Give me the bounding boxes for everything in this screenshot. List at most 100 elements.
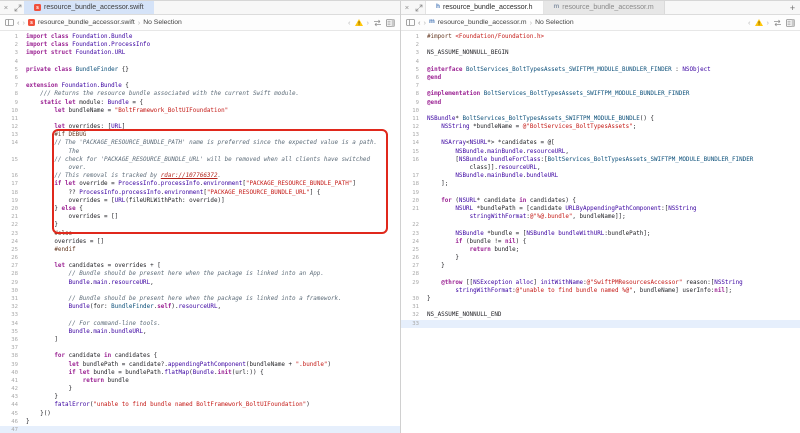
code-line[interactable]: 15 NSBundle.mainBundle.resourceURL, bbox=[401, 148, 800, 156]
code-line[interactable]: 32 Bundle(for: BundleFinder.self).resour… bbox=[0, 303, 400, 311]
code-line[interactable]: 28 bbox=[401, 270, 800, 278]
code-line[interactable]: 21 overrides = [] bbox=[0, 213, 400, 221]
code-line[interactable]: 43 } bbox=[0, 393, 400, 401]
code-line[interactable]: 33 bbox=[0, 311, 400, 319]
code-line[interactable]: 16 [NSBundle bundleForClass:[BoltService… bbox=[401, 156, 800, 164]
tab-resource-bundle-accessor-h[interactable]: h resource_bundle_accessor.h bbox=[425, 1, 544, 14]
code-line[interactable]: 45 }() bbox=[0, 410, 400, 418]
code-line[interactable]: 33 bbox=[401, 320, 800, 328]
code-line[interactable]: 5private class BundleFinder {} bbox=[0, 66, 400, 74]
right-code-editor[interactable]: 1#import <Foundation/Foundation.h>23NS_A… bbox=[401, 31, 800, 433]
code-line[interactable]: 22 } bbox=[0, 221, 400, 229]
code-line[interactable]: 25 #endif bbox=[0, 246, 400, 254]
code-line[interactable]: The bbox=[0, 148, 400, 156]
close-split-icon[interactable]: × bbox=[401, 1, 413, 14]
code-line[interactable]: 7 bbox=[401, 82, 800, 90]
code-line[interactable]: 30} bbox=[401, 295, 800, 303]
code-line[interactable]: 8 /// Returns the resource bundle associ… bbox=[0, 90, 400, 98]
code-line[interactable]: 22 bbox=[401, 221, 800, 229]
code-line[interactable]: 44 fatalError("unable to find bundle nam… bbox=[0, 401, 400, 409]
enlarge-split-icon[interactable] bbox=[413, 1, 425, 14]
code-line[interactable]: 12 let overrides: [URL] bbox=[0, 123, 400, 131]
warning-icon[interactable] bbox=[755, 19, 763, 26]
code-line[interactable]: 10 bbox=[401, 107, 800, 115]
code-line[interactable]: stringWithFormat:@"unable to find bundle… bbox=[401, 287, 800, 295]
code-line[interactable]: 46} bbox=[0, 418, 400, 426]
code-line[interactable]: 29 @throw [[NSException alloc] initWithN… bbox=[401, 279, 800, 287]
code-line[interactable]: 16 // This removal is tracked by rdar://… bbox=[0, 172, 400, 180]
code-line[interactable]: 40 if let bundle = bundlePath.flatMap(Bu… bbox=[0, 369, 400, 377]
code-line[interactable]: 1#import <Foundation/Foundation.h> bbox=[401, 33, 800, 41]
code-line[interactable]: 18 ]; bbox=[401, 180, 800, 188]
code-line[interactable]: 20 } else { bbox=[0, 205, 400, 213]
code-line[interactable]: 3import struct Foundation.URL bbox=[0, 49, 400, 57]
breadcrumb-file-name[interactable]: resource_bundle_accessor.swift bbox=[38, 19, 135, 26]
code-line[interactable]: 17 NSBundle.mainBundle.bundleURL bbox=[401, 172, 800, 180]
next-issue-chevron[interactable]: › bbox=[367, 19, 370, 27]
code-line[interactable]: 19 bbox=[401, 189, 800, 197]
code-line[interactable]: 2 bbox=[401, 41, 800, 49]
add-tab-icon[interactable]: + bbox=[785, 1, 800, 14]
code-line[interactable]: 31 bbox=[401, 303, 800, 311]
code-line[interactable]: 24 overrides = [] bbox=[0, 238, 400, 246]
code-line[interactable]: 19 overrides = [URL(fileURLWithPath: ove… bbox=[0, 197, 400, 205]
code-line[interactable]: 31 // Bundle should be present here when… bbox=[0, 295, 400, 303]
enlarge-split-icon[interactable] bbox=[12, 1, 24, 14]
code-line[interactable]: 27 let candidates = overrides + [ bbox=[0, 262, 400, 270]
code-line[interactable]: 4 bbox=[0, 58, 400, 66]
tab-resource-bundle-accessor-m[interactable]: m resource_bundle_accessor.m bbox=[544, 1, 665, 14]
back-button[interactable]: ‹ bbox=[418, 19, 421, 27]
code-line[interactable]: 17 if let override = ProcessInfo.process… bbox=[0, 180, 400, 188]
code-line[interactable]: 34 // For command-line tools. bbox=[0, 320, 400, 328]
code-line[interactable]: 41 return bundle bbox=[0, 377, 400, 385]
code-line[interactable]: 6@end bbox=[401, 74, 800, 82]
breadcrumb-selection[interactable]: No Selection bbox=[143, 19, 182, 26]
breadcrumb-selection[interactable]: No Selection bbox=[535, 19, 574, 26]
code-line[interactable]: 13 bbox=[401, 131, 800, 139]
code-line[interactable]: 10 let bundleName = "BoltFramework_BoltU… bbox=[0, 107, 400, 115]
code-line[interactable]: class]].resourceURL, bbox=[401, 164, 800, 172]
code-line[interactable]: 14 // The 'PACKAGE_RESOURCE_BUNDLE_PATH'… bbox=[0, 139, 400, 147]
close-split-icon[interactable]: × bbox=[0, 1, 12, 14]
code-line[interactable]: 28 // Bundle should be present here when… bbox=[0, 270, 400, 278]
code-line[interactable]: 25 return bundle; bbox=[401, 246, 800, 254]
code-line[interactable]: over. bbox=[0, 164, 400, 172]
code-line[interactable]: 32NS_ASSUME_NONNULL_END bbox=[401, 311, 800, 319]
code-line[interactable]: 8@implementation BoltServices_BoltTypesA… bbox=[401, 90, 800, 98]
code-line[interactable]: 5@interface BoltServices_BoltTypesAssets… bbox=[401, 66, 800, 74]
code-line[interactable]: 30 bbox=[0, 287, 400, 295]
code-line[interactable]: 42 } bbox=[0, 385, 400, 393]
forward-button[interactable]: › bbox=[23, 19, 26, 27]
code-line[interactable]: 47 bbox=[0, 426, 400, 433]
code-line[interactable]: 15 // check for 'PACKAGE_RESOURCE_BUNDLE… bbox=[0, 156, 400, 164]
code-line[interactable]: 26 } bbox=[401, 254, 800, 262]
code-line[interactable]: 14 NSArray<NSURL*> *candidates = @[ bbox=[401, 139, 800, 147]
code-line[interactable]: 13 #if DEBUG bbox=[0, 131, 400, 139]
code-line[interactable]: 4 bbox=[401, 58, 800, 66]
code-line[interactable]: 9@end bbox=[401, 99, 800, 107]
code-review-icon[interactable] bbox=[373, 19, 382, 27]
warning-icon[interactable] bbox=[355, 19, 363, 26]
tab-resource-bundle-accessor-swift[interactable]: s resource_bundle_accessor.swift bbox=[24, 1, 154, 14]
forward-button[interactable]: › bbox=[424, 19, 427, 27]
code-review-icon[interactable] bbox=[773, 19, 782, 27]
code-line[interactable]: 12 NSString *bundleName = @"BoltServices… bbox=[401, 123, 800, 131]
code-line[interactable]: 1import class Foundation.Bundle bbox=[0, 33, 400, 41]
code-line[interactable]: 21 NSURL *bundlePath = [candidate URLByA… bbox=[401, 205, 800, 213]
next-issue-chevron[interactable]: › bbox=[767, 19, 770, 27]
code-line[interactable]: 6 bbox=[0, 74, 400, 82]
code-line[interactable]: 36 ] bbox=[0, 336, 400, 344]
code-line[interactable]: 9 static let module: Bundle = { bbox=[0, 99, 400, 107]
previous-issue-chevron[interactable]: ‹ bbox=[348, 19, 351, 27]
code-line[interactable]: 18 ?? ProcessInfo.processInfo.environmen… bbox=[0, 189, 400, 197]
left-code-editor[interactable]: 1import class Foundation.Bundle2import c… bbox=[0, 31, 400, 433]
code-line[interactable]: 37 bbox=[0, 344, 400, 352]
code-line[interactable]: 2import class Foundation.ProcessInfo bbox=[0, 41, 400, 49]
minimap-icon[interactable] bbox=[386, 19, 395, 27]
breadcrumb-file-name[interactable]: resource_bundle_accessor.m bbox=[438, 19, 527, 26]
code-line[interactable]: 3NS_ASSUME_NONNULL_BEGIN bbox=[401, 49, 800, 57]
code-line[interactable]: 11NSBundle* BoltServices_BoltTypesAssets… bbox=[401, 115, 800, 123]
code-line[interactable]: 11 bbox=[0, 115, 400, 123]
code-line[interactable]: 29 Bundle.main.resourceURL, bbox=[0, 279, 400, 287]
minimap-icon[interactable] bbox=[786, 19, 795, 27]
